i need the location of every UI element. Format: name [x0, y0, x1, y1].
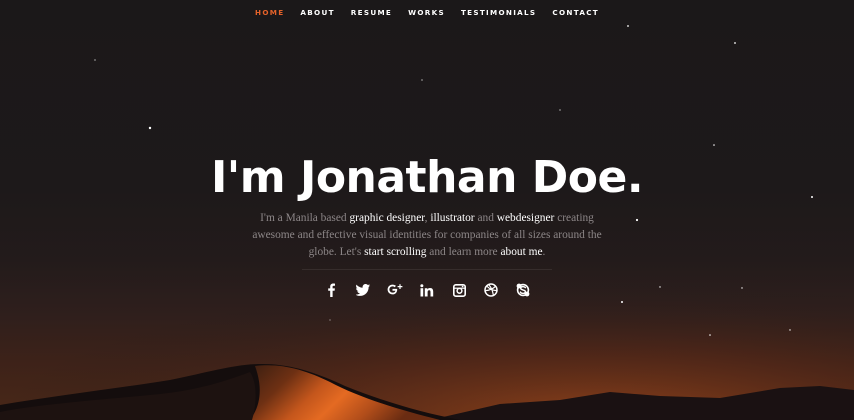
- nav-item-home[interactable]: HOME: [255, 8, 284, 17]
- facebook-icon[interactable]: [315, 280, 347, 300]
- dribbble-icon[interactable]: [475, 280, 507, 300]
- skype-icon[interactable]: [507, 280, 539, 300]
- twitter-icon[interactable]: [347, 280, 379, 300]
- nav-item-works[interactable]: WORKS: [408, 8, 445, 17]
- link-graphic-designer[interactable]: graphic designer: [349, 212, 424, 224]
- linkedin-icon[interactable]: [411, 280, 443, 300]
- intro-text: I'm a Manila based: [260, 212, 350, 224]
- nav-item-testimonials[interactable]: TESTIMONIALS: [461, 8, 536, 17]
- nav-item-resume[interactable]: RESUME: [351, 8, 392, 17]
- nav-item-contact[interactable]: CONTACT: [552, 8, 599, 17]
- hero-title: I'm Jonathan Doe.: [210, 152, 644, 203]
- hero-section: HOME ABOUT RESUME WORKS TESTIMONIALS CON…: [0, 0, 854, 420]
- intro-text: and: [474, 212, 497, 224]
- instagram-icon[interactable]: [443, 280, 475, 300]
- social-links: [0, 280, 854, 300]
- link-webdesigner[interactable]: webdesigner: [497, 212, 555, 224]
- link-illustrator[interactable]: illustrator: [430, 212, 474, 224]
- link-about-me[interactable]: about me: [500, 246, 542, 258]
- hero-divider: [302, 269, 552, 270]
- link-start-scrolling[interactable]: start scrolling: [364, 246, 426, 258]
- google-plus-icon[interactable]: [379, 280, 411, 300]
- intro-text: .: [542, 246, 546, 258]
- main-nav: HOME ABOUT RESUME WORKS TESTIMONIALS CON…: [0, 0, 854, 24]
- hero-intro: I'm a Manila based graphic designer, ill…: [247, 210, 607, 261]
- intro-text: and learn more: [426, 246, 501, 258]
- nav-item-about[interactable]: ABOUT: [300, 8, 334, 17]
